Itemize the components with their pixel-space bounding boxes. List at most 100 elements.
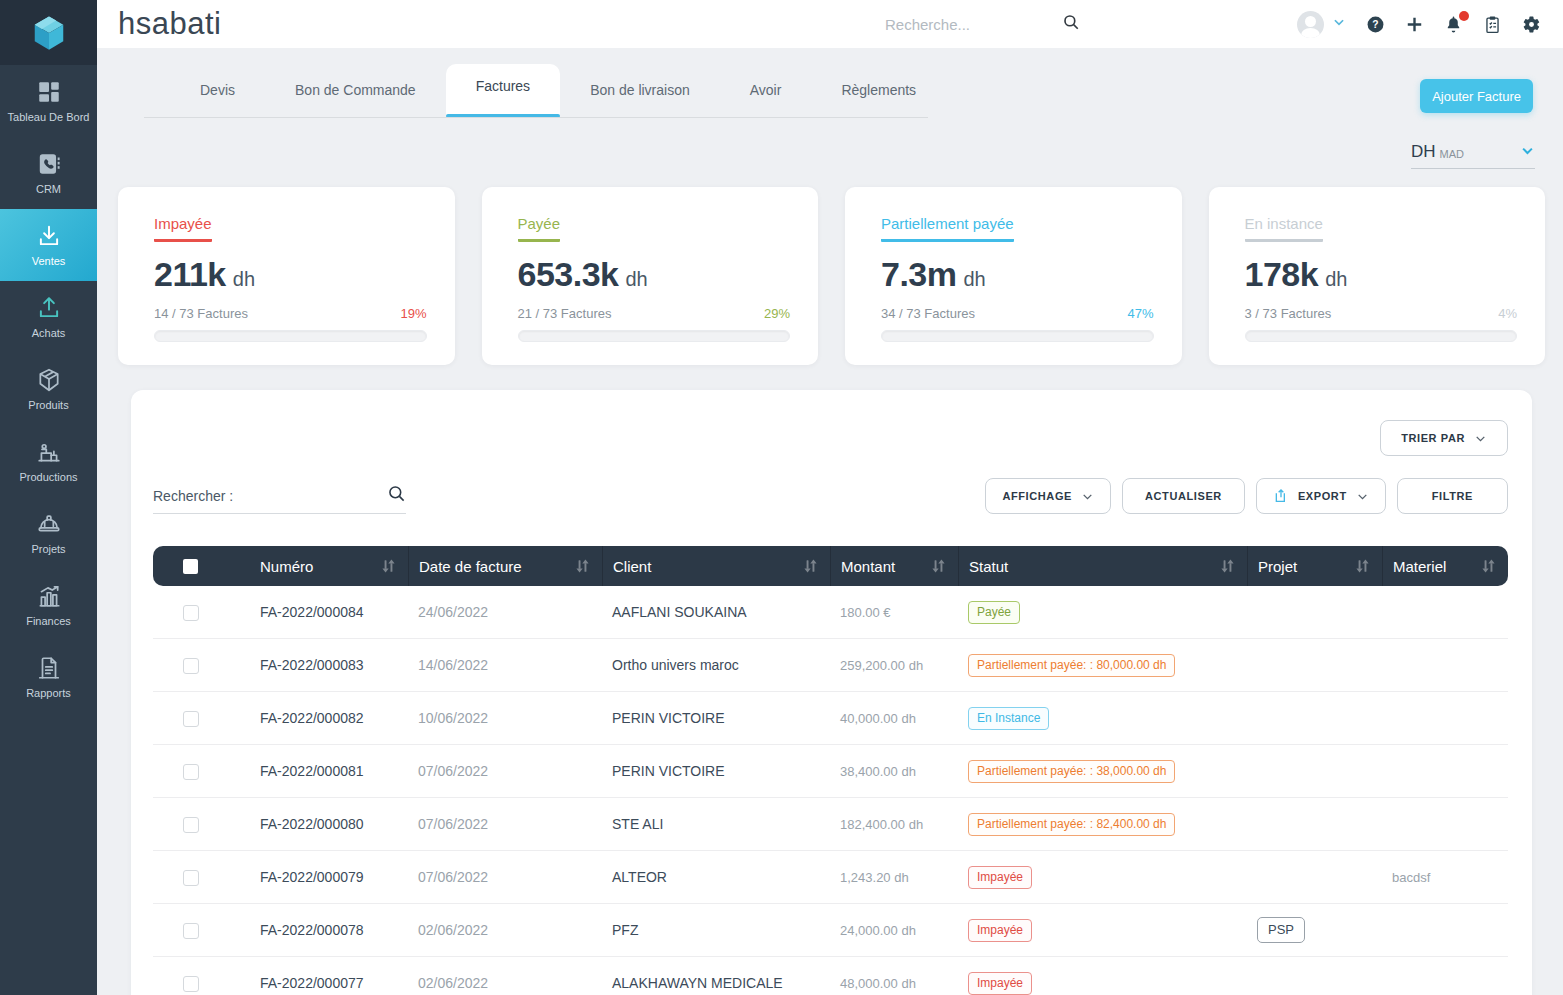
cell-client: STE ALI (602, 816, 830, 832)
column-header-numero[interactable]: Numéro (228, 546, 408, 586)
sidebar-item-rapports[interactable]: Rapports (0, 641, 97, 713)
stat-cards: Impayée211kdh14 / 73 Factures19%Payée653… (118, 187, 1545, 365)
table-row[interactable]: FA-2022/00007802/06/2022PFZ24,000.00 dhI… (153, 904, 1508, 957)
table-row[interactable]: FA-2022/00007702/06/2022ALAKHAWAYN MEDIC… (153, 957, 1508, 995)
row-checkbox[interactable] (183, 817, 199, 833)
cell-montant: 182,400.00 dh (830, 817, 958, 832)
cell-client: ALTEOR (602, 869, 830, 885)
stat-card-count: 34 / 73 Factures (881, 306, 975, 321)
column-header-projet[interactable]: Projet (1247, 546, 1382, 586)
status-badge: En Instance (968, 707, 1049, 730)
row-checkbox[interactable] (183, 711, 199, 727)
column-header-label: Projet (1258, 558, 1297, 575)
column-header-date-de-facture[interactable]: Date de facture (408, 546, 602, 586)
column-header-label: Numéro (260, 558, 313, 575)
sidebar-item-crm[interactable]: CRM (0, 137, 97, 209)
sidebar-item-ventes[interactable]: Ventes (0, 209, 97, 281)
tab-bon-de-commande[interactable]: Bon de Commande (265, 64, 446, 116)
clipboard-icon[interactable] (1483, 15, 1502, 34)
refresh-button[interactable]: ACTUALISER (1122, 478, 1245, 514)
row-checkbox[interactable] (183, 923, 199, 939)
sort-icon[interactable] (804, 559, 817, 573)
tab-label: Bon de Commande (295, 82, 416, 98)
column-header-label: Statut (969, 558, 1008, 575)
sort-icon[interactable] (382, 559, 395, 573)
plus-icon[interactable] (1405, 15, 1424, 34)
column-header-client[interactable]: Client (602, 546, 830, 586)
table-row[interactable]: FA-2022/00008107/06/2022PERIN VICTOIRE38… (153, 745, 1508, 798)
filter-button[interactable]: FILTRE (1397, 478, 1508, 514)
header-search-input[interactable] (885, 16, 1050, 33)
display-button[interactable]: AFFICHAGE (985, 478, 1111, 514)
avatar[interactable] (1297, 11, 1324, 38)
user-menu[interactable] (1297, 11, 1346, 38)
select-all-checkbox[interactable] (153, 546, 228, 586)
sort-icon[interactable] (1482, 559, 1495, 573)
logo-cube-icon (30, 14, 68, 52)
add-facture-button[interactable]: Ajouter Facture (1420, 79, 1533, 113)
sort-by-button[interactable]: TRIER PAR (1380, 420, 1508, 456)
table-row[interactable]: FA-2022/00007907/06/2022ALTEOR1,243.20 d… (153, 851, 1508, 904)
row-checkbox[interactable] (183, 605, 199, 621)
app-logo[interactable] (0, 0, 97, 65)
sidebar-item-productions[interactable]: Productions (0, 425, 97, 497)
row-checkbox[interactable] (183, 976, 199, 992)
export-button[interactable]: EXPORT (1256, 478, 1386, 514)
table-search: Rechercher : (153, 484, 406, 514)
cell-client: ALAKHAWAYN MEDICALE (602, 975, 830, 991)
cell-montant: 24,000.00 dh (830, 923, 958, 938)
tab-devis[interactable]: Devis (170, 64, 265, 116)
sidebar-item-projets[interactable]: Projets (0, 497, 97, 569)
header-search[interactable] (885, 13, 1085, 35)
sort-icon[interactable] (1221, 559, 1234, 573)
row-checkbox[interactable] (183, 870, 199, 886)
column-header-label: Client (613, 558, 651, 575)
table-body: FA-2022/00008424/06/2022AAFLANI SOUKAINA… (153, 586, 1508, 995)
tab-reglements[interactable]: Règlements (811, 64, 946, 116)
stat-card-unit: dh (1325, 268, 1347, 291)
report-icon (36, 655, 62, 681)
content: Devis Bon de Commande FacturesBon de livra… (97, 48, 1563, 995)
table-row[interactable]: FA-2022/00008314/06/2022Ortho univers ma… (153, 639, 1508, 692)
bell-icon[interactable] (1444, 15, 1463, 34)
column-header-statut[interactable]: Statut (958, 546, 1247, 586)
crm-icon (36, 151, 62, 177)
tab-factures[interactable]: Factures (446, 64, 560, 116)
row-checkbox[interactable] (183, 658, 199, 674)
chevron-down-icon (1520, 143, 1535, 162)
table-row[interactable]: FA-2022/00008424/06/2022AAFLANI SOUKAINA… (153, 586, 1508, 639)
stat-card-label: Impayée (154, 215, 212, 242)
notification-dot (1459, 11, 1469, 21)
sort-icon[interactable] (1356, 559, 1369, 573)
gear-icon[interactable] (1522, 15, 1541, 34)
table-row[interactable]: FA-2022/00008007/06/2022STE ALI182,400.0… (153, 798, 1508, 851)
chevron-down-icon[interactable] (1332, 15, 1346, 33)
row-checkbox[interactable] (183, 764, 199, 780)
stat-card-value: 178k (1245, 255, 1319, 294)
sort-icon[interactable] (932, 559, 945, 573)
column-header-montant[interactable]: Montant (830, 546, 958, 586)
table-search-input[interactable] (239, 488, 381, 503)
sidebar-item-achats[interactable]: Achats (0, 281, 97, 353)
sidebar-item-finances[interactable]: Finances (0, 569, 97, 641)
help-icon[interactable]: ? (1366, 15, 1385, 34)
currency-select[interactable]: DH MAD (1411, 142, 1535, 169)
sort-icon[interactable] (576, 559, 589, 573)
tab-bon-de-livraison[interactable]: Bon de livraison (560, 64, 720, 116)
tab-avoir[interactable]: Avoir (720, 64, 812, 116)
stat-card-impayee: Impayée211kdh14 / 73 Factures19% (118, 187, 455, 365)
chevron-down-icon (1474, 432, 1487, 445)
column-header-materiel[interactable]: Materiel (1382, 546, 1508, 586)
sidebar-item-tableau-de-bord[interactable]: Tableau De Bord (0, 65, 97, 137)
stat-card-count: 21 / 73 Factures (518, 306, 612, 321)
tabs: Devis Bon de Commande FacturesBon de livra… (170, 64, 1545, 116)
tab-label: Devis (200, 82, 235, 98)
cell-montant: 259,200.00 dh (830, 658, 958, 673)
column-header-label: Date de facture (419, 558, 522, 575)
search-icon[interactable] (1062, 13, 1080, 35)
search-icon[interactable] (387, 484, 406, 507)
cell-date: 07/06/2022 (408, 763, 602, 779)
sidebar-item-produits[interactable]: Produits (0, 353, 97, 425)
table-row[interactable]: FA-2022/00008210/06/2022PERIN VICTOIRE40… (153, 692, 1508, 745)
tabs-divider (144, 117, 928, 118)
